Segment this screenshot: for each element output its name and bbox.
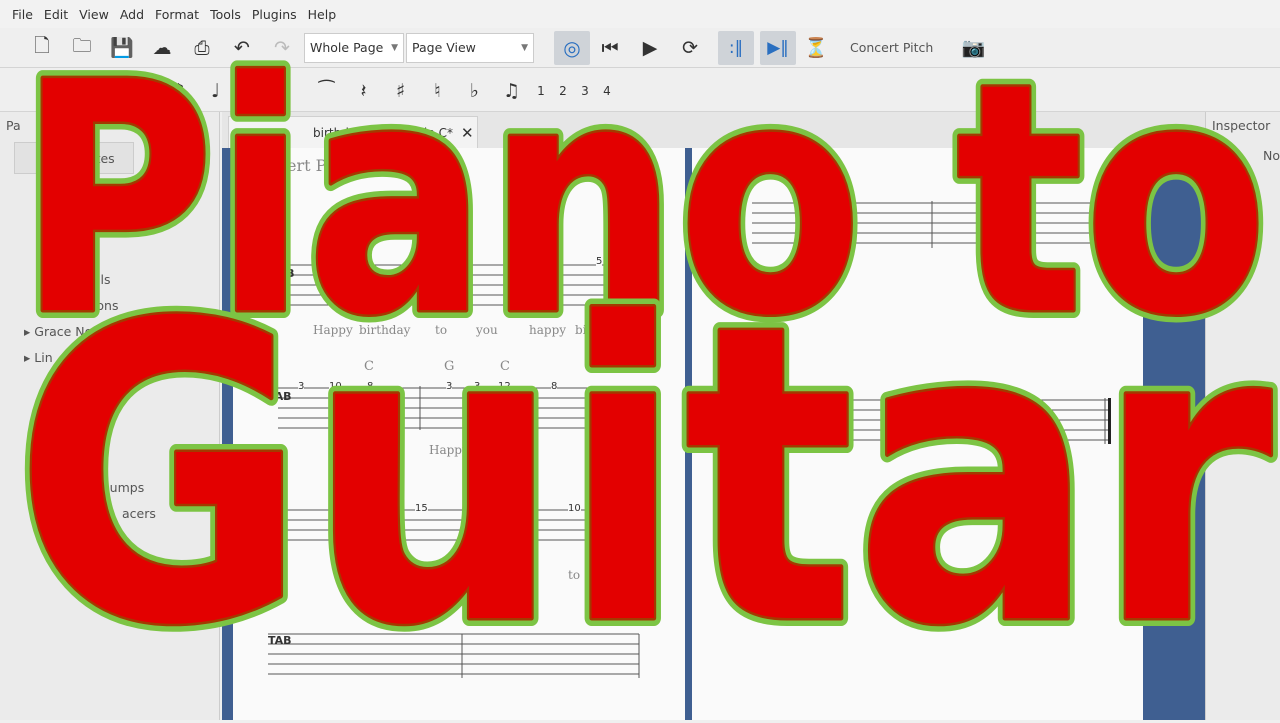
overlay-line-2-inner: Guitar xyxy=(14,237,1274,715)
thumbnail-title-overlay: Piano to Piano to Guitar Guitar xyxy=(6,7,1280,720)
